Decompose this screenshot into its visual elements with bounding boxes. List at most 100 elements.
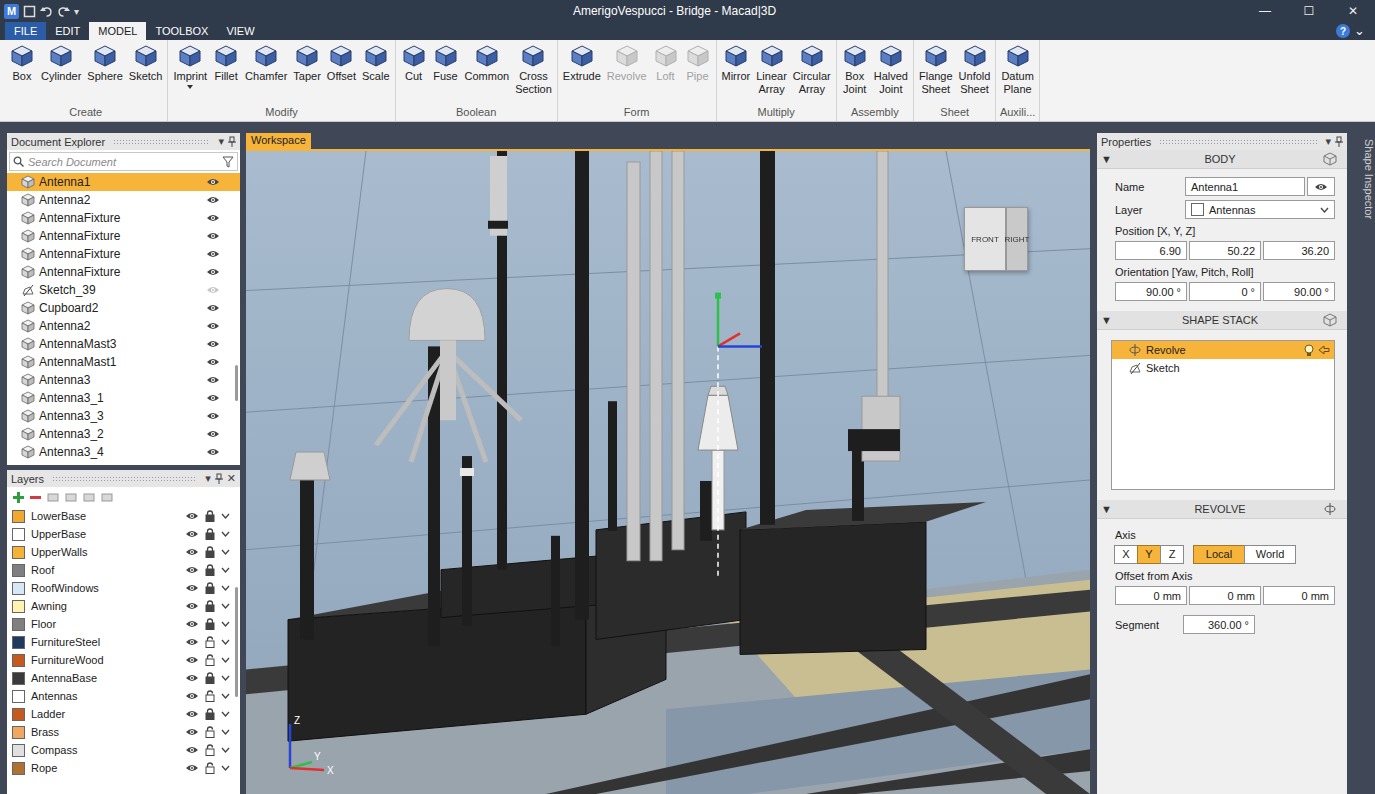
eye-icon[interactable] <box>206 411 220 421</box>
ribbon-tool[interactable]: Linear Array <box>754 43 789 96</box>
position-field[interactable]: 50.22 <box>1189 241 1261 260</box>
ribbon-tool[interactable]: Common <box>463 43 512 83</box>
cube-face[interactable]: FRONT <box>964 207 1006 271</box>
tree-item[interactable]: Sketch_39 <box>7 281 240 299</box>
workspace-tab[interactable]: Workspace <box>246 133 311 149</box>
lock-icon[interactable] <box>205 564 215 576</box>
axis-button[interactable]: Z <box>1160 545 1184 564</box>
layer-row[interactable]: FurnitureWood <box>7 651 240 669</box>
layer-color[interactable] <box>12 636 25 649</box>
cube-face[interactable]: RIGHT <box>1006 207 1028 271</box>
lock-icon[interactable] <box>205 672 215 684</box>
layer-move-icon[interactable] <box>65 492 77 503</box>
tree-item[interactable]: AntennaMast1 <box>7 353 240 371</box>
eye-icon[interactable] <box>185 673 199 683</box>
layer-row[interactable]: UpperWalls <box>7 543 240 561</box>
eye-icon[interactable] <box>206 195 220 205</box>
chevron-icon[interactable] <box>221 549 230 555</box>
ribbon-tool[interactable]: Flange Sheet <box>917 43 955 96</box>
eye-icon[interactable] <box>185 529 199 539</box>
ribbon-tool[interactable]: Box Joint <box>840 43 870 96</box>
eye-icon[interactable] <box>206 375 220 385</box>
eye-icon[interactable] <box>185 619 199 629</box>
ribbon-tool[interactable]: Scale <box>360 43 392 83</box>
section-header[interactable]: ▼REVOLVE <box>1097 500 1347 519</box>
tree-item[interactable]: Antenna2 <box>7 317 240 335</box>
eye-icon[interactable] <box>206 177 220 187</box>
lock-icon[interactable] <box>205 510 215 522</box>
layer-color[interactable] <box>12 618 25 631</box>
ribbon-tool[interactable]: Circular Array <box>791 43 833 96</box>
menu-tab[interactable]: FILE <box>5 22 46 40</box>
ribbon-tool[interactable]: Box <box>7 43 37 83</box>
ribbon-tool[interactable]: Fuse <box>431 43 461 83</box>
chevron-icon[interactable] <box>221 711 230 717</box>
eye-icon[interactable] <box>1314 182 1328 192</box>
lock-icon[interactable] <box>205 600 215 612</box>
tree-item[interactable]: Antenna1 <box>7 173 240 191</box>
ribbon-tool[interactable]: Halved Joint <box>872 43 910 96</box>
pin-icon[interactable] <box>215 473 223 484</box>
search-field[interactable]: Search Document <box>9 152 238 171</box>
layer-row[interactable]: AntennaBase <box>7 669 240 687</box>
redo-icon[interactable] <box>57 5 70 18</box>
eye-icon[interactable] <box>206 357 220 367</box>
shape-inspector-tab[interactable]: Shape Inspector <box>1352 133 1375 794</box>
chevron-icon[interactable] <box>221 603 230 609</box>
layer-select-icon[interactable] <box>83 492 95 503</box>
menu-tab[interactable]: TOOLBOX <box>146 22 217 40</box>
eye-icon[interactable] <box>206 321 220 331</box>
orientation-field[interactable]: 0 ° <box>1189 282 1261 301</box>
eye-icon[interactable] <box>185 637 199 647</box>
position-field[interactable]: 6.90 <box>1115 241 1187 260</box>
undo-icon[interactable] <box>40 5 53 18</box>
tree-item[interactable]: Antenna3_3 <box>7 407 240 425</box>
menu-tab[interactable]: EDIT <box>46 22 89 40</box>
shape-stack-item[interactable]: Revolve <box>1112 341 1334 359</box>
help-button[interactable]: ? <box>1336 24 1350 38</box>
eye-icon[interactable] <box>185 691 199 701</box>
layer-row[interactable]: Floor <box>7 615 240 633</box>
eye-icon[interactable] <box>206 447 220 457</box>
shape-stack-item[interactable]: Sketch <box>1112 359 1334 377</box>
offset-field[interactable]: 0 mm <box>1263 586 1335 605</box>
eye-icon[interactable] <box>206 249 220 259</box>
chevron-icon[interactable] <box>221 513 230 519</box>
eye-icon[interactable] <box>185 511 199 521</box>
ribbon-tool[interactable]: Fillet <box>211 43 241 83</box>
pin-icon[interactable] <box>1335 136 1343 147</box>
ribbon-tool[interactable]: Sketch <box>127 43 165 83</box>
tree-item[interactable]: AntennaFixture <box>7 245 240 263</box>
filter-icon[interactable] <box>222 156 234 168</box>
ribbon-tool[interactable]: Sphere <box>85 43 124 83</box>
window-control-button[interactable]: — <box>1243 4 1287 18</box>
chevron-icon[interactable] <box>221 567 230 573</box>
eye-icon[interactable] <box>206 267 220 277</box>
layer-color[interactable] <box>12 582 25 595</box>
eye-icon[interactable] <box>185 655 199 665</box>
eye-icon[interactable] <box>185 709 199 719</box>
layer-row[interactable]: Roof <box>7 561 240 579</box>
eye-icon[interactable] <box>185 547 199 557</box>
bulb-icon[interactable] <box>1304 344 1314 357</box>
layer-color[interactable] <box>12 600 25 613</box>
lock-icon[interactable] <box>205 744 215 756</box>
eye-icon[interactable] <box>206 429 220 439</box>
scrollbar-thumb[interactable] <box>235 587 238 697</box>
section-header[interactable]: ▼SHAPE STACK <box>1097 311 1347 330</box>
view-cube[interactable]: FRONTRIGHT <box>964 207 1028 271</box>
dropdown-icon[interactable] <box>187 85 193 89</box>
chevron-icon[interactable] <box>221 531 230 537</box>
layer-color[interactable] <box>12 708 25 721</box>
chevron-icon[interactable] <box>221 675 230 681</box>
chevron-icon[interactable] <box>221 657 230 663</box>
window-control-button[interactable]: ☐ <box>1287 4 1331 18</box>
add-layer-icon[interactable] <box>13 492 24 503</box>
ribbon-tool[interactable]: Taper <box>291 43 323 83</box>
tree-item[interactable]: Antenna3 <box>7 371 240 389</box>
lock-icon[interactable] <box>205 690 215 702</box>
layer-color[interactable] <box>12 564 25 577</box>
ribbon-tool[interactable]: Datum Plane <box>999 43 1035 96</box>
quick-menu-button[interactable]: ▾ <box>74 6 79 17</box>
remove-layer-icon[interactable] <box>30 492 41 503</box>
